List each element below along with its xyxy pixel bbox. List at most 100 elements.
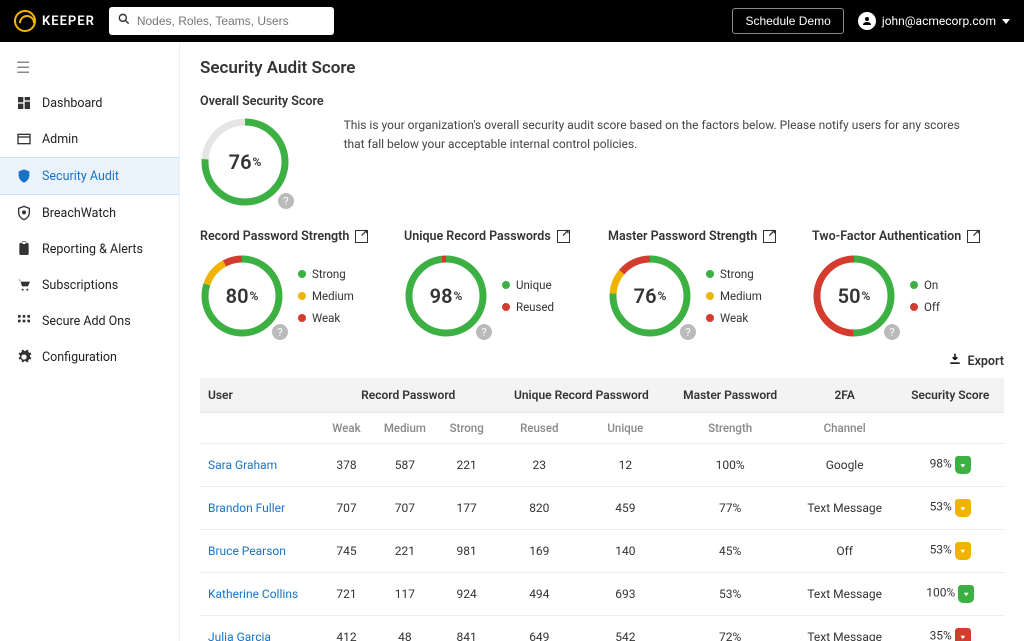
popout-icon[interactable]	[763, 230, 776, 243]
legend-dot-icon	[706, 314, 714, 322]
legend-item: Weak	[298, 311, 354, 325]
col-group-0[interactable]: User	[200, 378, 321, 413]
cell-master: 45%	[667, 530, 793, 573]
score-badge-icon	[958, 585, 974, 603]
export-label: Export	[968, 354, 1004, 369]
cell-unique: 140	[583, 530, 667, 573]
legend-label: Unique	[516, 278, 552, 292]
user-link[interactable]: Brandon Fuller	[208, 501, 285, 515]
user-link[interactable]: Katherine Collins	[208, 587, 298, 601]
export-button[interactable]: Export	[200, 348, 1004, 378]
col-sub-4: Reused	[495, 413, 583, 444]
legend-label: Strong	[720, 267, 754, 281]
cell-master: 77%	[667, 487, 793, 530]
col-group-3[interactable]: Master Password	[667, 378, 793, 413]
col-group-4[interactable]: 2FA	[793, 378, 897, 413]
legend-label: Off	[924, 300, 940, 314]
legend-label: Medium	[312, 289, 354, 303]
col-sub-1: Weak	[321, 413, 372, 444]
col-group-2[interactable]: Unique Record Password	[495, 378, 667, 413]
overall-value: 76	[229, 150, 252, 174]
sidebar-item-security-audit[interactable]: Security Audit	[0, 157, 179, 195]
card-legend: Strong Medium Weak	[706, 267, 762, 325]
card-title: Record Password Strength	[200, 229, 349, 244]
sidebar-item-label: Configuration	[42, 350, 117, 365]
search-box[interactable]	[109, 7, 334, 35]
cell-weak: 745	[321, 530, 372, 573]
help-icon[interactable]: ?	[680, 324, 696, 340]
schedule-demo-button[interactable]: Schedule Demo	[732, 8, 843, 34]
col-sub-6: Strength	[667, 413, 793, 444]
legend-label: Weak	[312, 311, 340, 325]
account-icon	[858, 12, 876, 30]
cell-score: 100%	[896, 573, 1004, 616]
legend-item: Weak	[706, 311, 762, 325]
account-email: john@acmecorp.com	[882, 14, 996, 28]
card-value: 80	[226, 284, 249, 308]
card-title: Master Password Strength	[608, 229, 757, 244]
account-menu[interactable]: john@acmecorp.com	[858, 12, 1010, 30]
card-gauge: 80% ?	[200, 254, 284, 338]
sidebar-item-configuration[interactable]: Configuration	[0, 339, 179, 375]
score-card-2: Master Password Strength 76% ? StrongMed…	[608, 229, 800, 338]
sidebar-item-dashboard[interactable]: Dashboard	[0, 85, 179, 121]
sidebar-toggle[interactable]: ☰	[0, 50, 179, 85]
sidebar-item-label: Subscriptions	[42, 278, 118, 293]
overall-score-section: Overall Security Score 76% ? This is you…	[200, 94, 1004, 207]
cell-channel: Off	[793, 530, 897, 573]
watch-icon	[16, 205, 32, 221]
sidebar-item-admin[interactable]: Admin	[0, 121, 179, 157]
sidebar-item-breachwatch[interactable]: BreachWatch	[0, 195, 179, 231]
cell-channel: Text Message	[793, 487, 897, 530]
chevron-down-icon	[1002, 19, 1010, 24]
col-sub-8	[896, 413, 1004, 444]
legend-label: Strong	[312, 267, 346, 281]
popout-icon[interactable]	[557, 230, 570, 243]
sidebar-item-label: BreachWatch	[42, 206, 116, 221]
legend-item: Medium	[706, 289, 762, 303]
overall-description: This is your organization's overall secu…	[344, 94, 984, 153]
popout-icon[interactable]	[355, 230, 368, 243]
table-row: Julia Garcia 412 48 841 649 542 72% Text…	[200, 616, 1004, 641]
sidebar-item-reporting-alerts[interactable]: Reporting & Alerts	[0, 231, 179, 267]
cell-reused: 649	[495, 616, 583, 641]
logo-icon	[14, 10, 36, 32]
help-icon[interactable]: ?	[278, 193, 294, 209]
user-link[interactable]: Bruce Pearson	[208, 544, 286, 558]
sidebar-item-secure-add-ons[interactable]: Secure Add Ons	[0, 303, 179, 339]
legend-dot-icon	[706, 292, 714, 300]
col-group-5[interactable]: Security Score	[896, 378, 1004, 413]
legend-item: Reused	[502, 300, 554, 314]
cell-weak: 707	[321, 487, 372, 530]
user-link[interactable]: Julia Garcia	[208, 630, 271, 641]
cell-weak: 378	[321, 444, 372, 487]
admin-icon	[16, 131, 32, 147]
cell-weak: 721	[321, 573, 372, 616]
search-input[interactable]	[137, 14, 326, 28]
cell-unique: 459	[583, 487, 667, 530]
table-row: Brandon Fuller 707 707 177 820 459 77% T…	[200, 487, 1004, 530]
legend-dot-icon	[502, 281, 510, 289]
overall-gauge: 76% ?	[200, 117, 290, 207]
col-sub-0	[200, 413, 321, 444]
popout-icon[interactable]	[967, 230, 980, 243]
cell-medium: 707	[372, 487, 438, 530]
score-badge-icon	[955, 542, 971, 560]
legend-label: Weak	[720, 311, 748, 325]
cell-strong: 841	[438, 616, 495, 641]
user-link[interactable]: Sara Graham	[208, 458, 277, 472]
help-icon[interactable]: ?	[884, 324, 900, 340]
card-legend: Strong Medium Weak	[298, 267, 354, 325]
help-icon[interactable]: ?	[272, 324, 288, 340]
gear-icon	[16, 349, 32, 365]
table-row: Sara Graham 378 587 221 23 12 100% Googl…	[200, 444, 1004, 487]
cell-score: 53%	[896, 487, 1004, 530]
cell-reused: 494	[495, 573, 583, 616]
legend-dot-icon	[706, 270, 714, 278]
card-value: 50	[838, 284, 861, 308]
help-icon[interactable]: ?	[476, 324, 492, 340]
cell-score: 35%	[896, 616, 1004, 641]
col-group-1[interactable]: Record Password	[321, 378, 495, 413]
sidebar-item-subscriptions[interactable]: Subscriptions	[0, 267, 179, 303]
cell-channel: Google	[793, 444, 897, 487]
